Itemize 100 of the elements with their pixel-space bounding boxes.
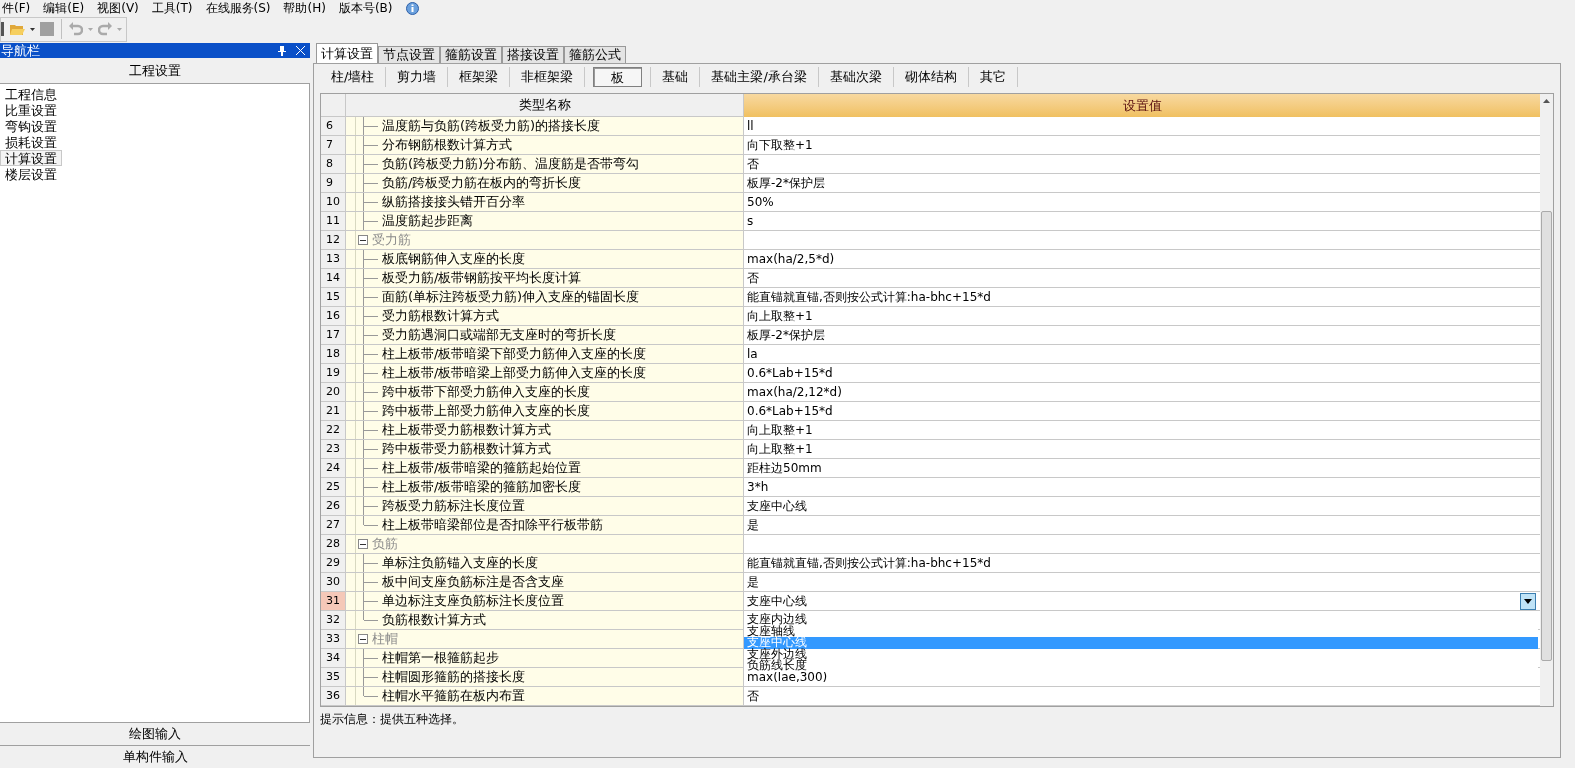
dropdown-option[interactable]: 支座轴线 [744, 625, 1538, 637]
setting-name: 温度筋与负筋(跨板受力筋)的搭接长度 [382, 117, 601, 136]
tab[interactable]: 计算设置 [316, 43, 378, 63]
close-icon[interactable] [296, 46, 305, 55]
open-folder-icon[interactable] [9, 22, 25, 36]
setting-value[interactable]: 否 [747, 687, 759, 705]
collapse-icon[interactable] [358, 539, 368, 549]
setting-value[interactable]: 支座中心线 [747, 497, 807, 515]
setting-name: 负筋(跨板受力筋)分布筋、温度筋是否带弯勾 [382, 155, 640, 174]
row-number: 17 [321, 326, 346, 345]
collapse-icon[interactable] [358, 634, 368, 644]
row-number: 8 [321, 155, 346, 174]
category-tab[interactable]: 基础次梁 [826, 67, 885, 87]
menu-item[interactable]: 帮助(H) [283, 1, 326, 15]
dropdown-button[interactable] [1520, 593, 1536, 610]
setting-value[interactable]: max(ha/2,5*d) [747, 250, 835, 268]
category-tab[interactable]: 框架梁 [456, 67, 502, 87]
value-cell[interactable] [744, 231, 1540, 250]
menu-item[interactable]: 工具(T) [151, 1, 193, 15]
setting-value[interactable]: ll [747, 117, 754, 135]
setting-value[interactable]: 否 [747, 269, 759, 287]
setting-value[interactable]: 是 [747, 573, 759, 591]
category-tab[interactable]: 剪力墙 [394, 67, 440, 87]
setting-name: 受力筋遇洞口或端部无支座时的弯折长度 [382, 326, 616, 345]
menu-item[interactable]: 视图(V) [97, 1, 139, 15]
caret-icon [1524, 599, 1532, 604]
setting-value[interactable]: 向下取整+1 [747, 136, 813, 154]
row-number: 31 [321, 592, 346, 611]
row-number: 20 [321, 383, 346, 402]
row-number: 7 [321, 136, 346, 155]
setting-value[interactable]: 0.6*Lab+15*d [747, 364, 833, 382]
row-number: 35 [321, 668, 346, 687]
setting-value[interactable]: 板厚-2*保护层 [747, 174, 825, 192]
undo-icon[interactable] [69, 22, 83, 36]
row-number: 36 [321, 687, 346, 706]
nav-item[interactable]: 损耗设置 [0, 134, 62, 150]
value-cell[interactable] [744, 535, 1540, 554]
setting-value[interactable]: 0.6*Lab+15*d [747, 402, 833, 420]
setting-value[interactable]: 支座中心线 [747, 592, 807, 610]
dropdown-option[interactable]: 支座外边线 [744, 648, 1538, 660]
tab[interactable]: 搭接设置 [502, 46, 564, 63]
nav-item[interactable]: 计算设置 [0, 150, 62, 166]
setting-name: 跨中板带下部受力筋伸入支座的长度 [382, 383, 590, 402]
group-label: 柱帽 [372, 630, 398, 649]
setting-value[interactable]: 3*h [747, 478, 769, 496]
nav-item[interactable]: 楼层设置 [0, 166, 62, 182]
category-tab[interactable]: 非框架梁 [518, 67, 577, 87]
nav-item[interactable]: 工程信息 [0, 86, 62, 102]
setting-name: 单标注负筋锚入支座的长度 [382, 554, 538, 573]
category-tab[interactable]: 基础 [659, 67, 692, 87]
setting-value[interactable]: 向上取整+1 [747, 421, 813, 439]
setting-value[interactable]: la [747, 345, 758, 363]
setting-value[interactable]: 50% [747, 193, 774, 211]
menu-item[interactable]: 版本号(B) [338, 1, 393, 15]
setting-name: 柱上板带暗梁部位是否扣除平行板带筋 [382, 516, 603, 535]
row-number: 24 [321, 459, 346, 478]
category-tab[interactable]: 板 [593, 67, 643, 87]
category-tab[interactable]: 基础主梁/承台梁 [708, 67, 810, 87]
setting-name: 柱上板带/板带暗梁的箍筋加密长度 [382, 478, 582, 497]
setting-value[interactable]: 板厚-2*保护层 [747, 326, 825, 344]
setting-value[interactable]: s [747, 212, 754, 230]
setting-value[interactable]: 向上取整+1 [747, 307, 813, 325]
menu-item[interactable]: 件(F) [2, 1, 31, 15]
category-tab[interactable]: 柱/墙柱 [328, 67, 378, 87]
nav-item[interactable]: 弯钩设置 [0, 118, 62, 134]
dropdown-arrow-icon[interactable] [30, 27, 35, 31]
setting-name: 分布钢筋根数计算方式 [382, 136, 512, 155]
scrollbar-thumb[interactable] [1541, 211, 1552, 661]
menu-item[interactable]: 编辑(E) [43, 1, 85, 15]
tab[interactable]: 节点设置 [378, 46, 440, 63]
setting-value[interactable]: 是 [747, 516, 759, 534]
setting-value[interactable]: 否 [747, 155, 759, 173]
setting-name: 单边标注支座负筋标注长度位置 [382, 592, 564, 611]
setting-value[interactable]: 距柱边50mm [747, 459, 822, 477]
row-number: 6 [321, 117, 346, 136]
row-number: 23 [321, 440, 346, 459]
redo-icon[interactable] [98, 22, 112, 36]
corner-cell [321, 94, 346, 117]
row-number: 30 [321, 573, 346, 592]
tab[interactable]: 箍筋设置 [440, 46, 502, 63]
setting-value[interactable]: 向上取整+1 [747, 440, 813, 458]
category-tab[interactable]: 其它 [976, 67, 1009, 87]
dropdown-option[interactable]: 支座内边线 [744, 614, 1538, 626]
menu-item[interactable]: 在线服务(S) [205, 1, 271, 15]
help-icon[interactable] [405, 1, 421, 15]
row-number: 33 [321, 630, 346, 649]
setting-name: 板受力筋/板带钢筋按平均长度计算 [382, 269, 582, 288]
category-tab[interactable]: 砌体结构 [901, 67, 960, 87]
setting-value[interactable]: max(ha/2,12*d) [747, 383, 842, 401]
collapse-icon[interactable] [358, 235, 368, 245]
setting-name: 跨板受力筋标注长度位置 [382, 497, 525, 516]
row-number: 28 [321, 535, 346, 554]
setting-name: 负筋根数计算方式 [382, 611, 486, 630]
nav-item[interactable]: 比重设置 [0, 102, 62, 118]
row-number: 32 [321, 611, 346, 630]
setting-name: 跨中板带受力筋根数计算方式 [382, 440, 551, 459]
setting-name: 面筋(单标注跨板受力筋)伸入支座的锚固长度 [382, 288, 640, 307]
pin-icon[interactable] [278, 45, 286, 56]
tab[interactable]: 箍筋公式 [564, 46, 626, 63]
scroll-up-icon[interactable] [1543, 99, 1550, 103]
